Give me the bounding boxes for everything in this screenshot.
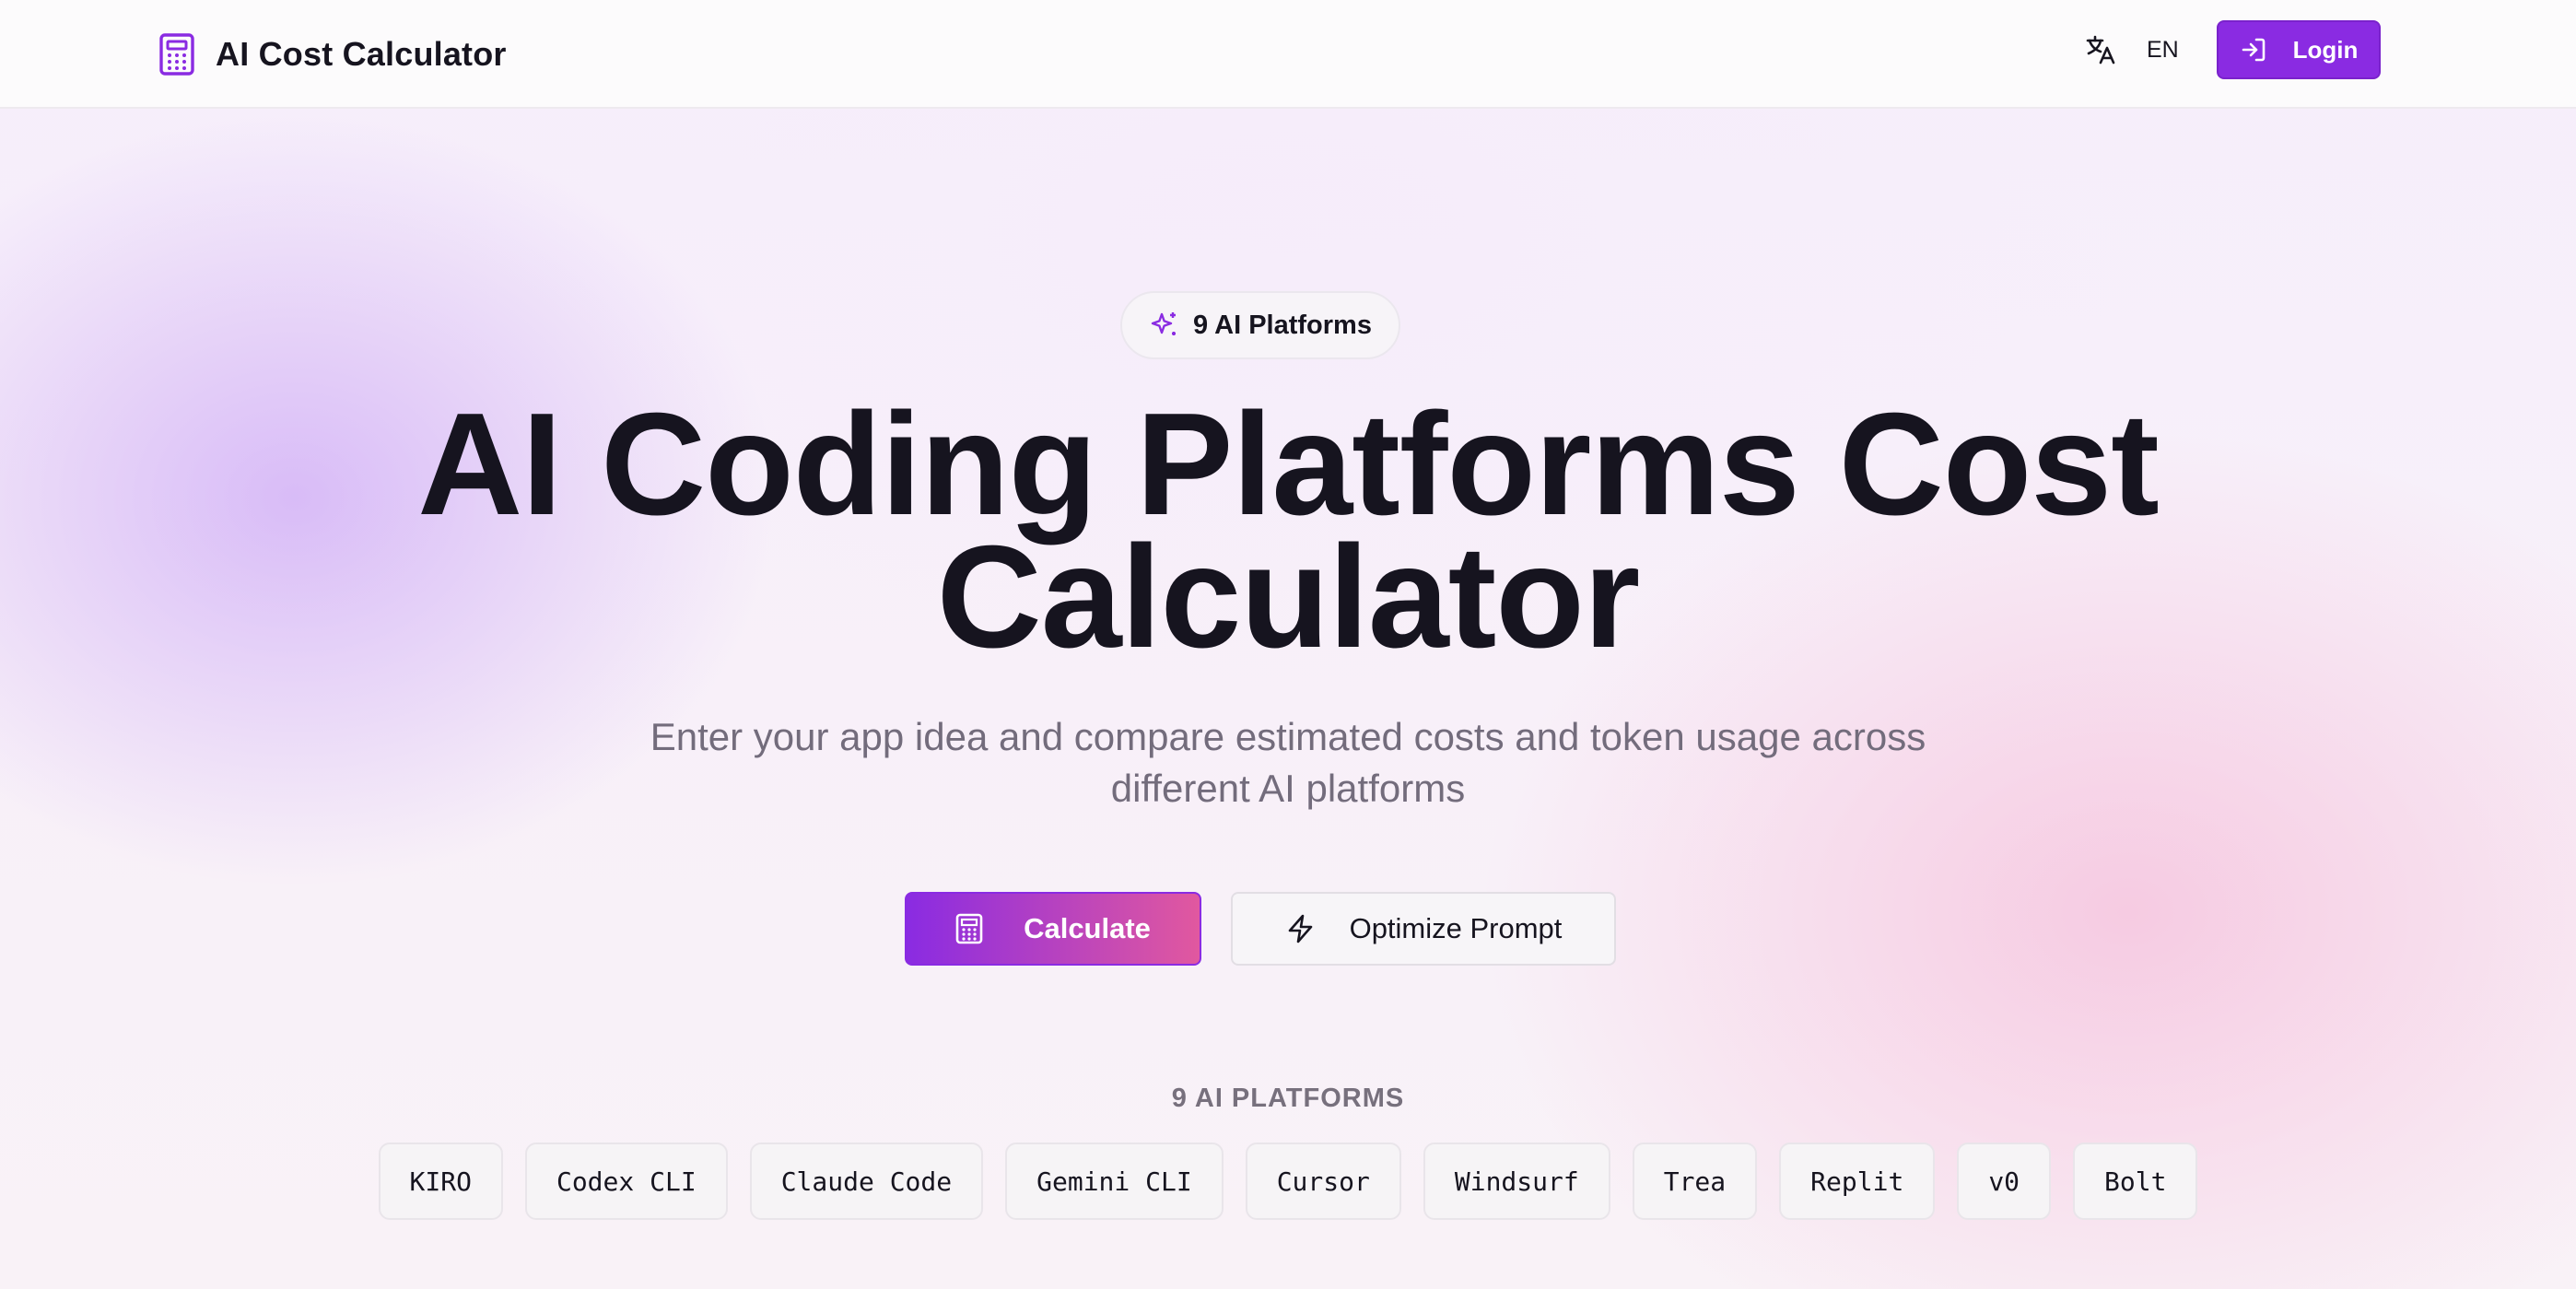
- language-switcher[interactable]: EN: [2084, 29, 2179, 70]
- hero-section: 9 AI Platforms AI Coding Platforms Cost …: [0, 0, 2576, 1289]
- login-label: Login: [2292, 35, 2359, 64]
- platform-chip-codex-cli[interactable]: Codex CLI: [524, 1143, 728, 1220]
- platform-chip-kiro[interactable]: KIRO: [378, 1143, 503, 1220]
- calculate-button[interactable]: Calculate: [905, 892, 1201, 966]
- platform-chip-trea[interactable]: Trea: [1632, 1143, 1758, 1220]
- lightning-icon: [1288, 914, 1312, 943]
- subtitle-line-2: different AI platforms: [1110, 767, 1466, 810]
- optimize-label: Optimize Prompt: [1349, 912, 1563, 944]
- platform-chip-gemini-cli[interactable]: Gemini CLI: [1005, 1143, 1224, 1220]
- login-icon: [2242, 38, 2265, 62]
- sparkles-icon: [1151, 312, 1177, 335]
- calculator-icon: [955, 913, 983, 944]
- top-navbar: AI Cost Calculator EN Login: [0, 0, 2576, 109]
- page-subtitle: Enter your app idea and compare estimate…: [551, 711, 2025, 814]
- title-line-2: Calculator: [936, 516, 1641, 678]
- optimize-prompt-button[interactable]: Optimize Prompt: [1231, 892, 1616, 966]
- platform-chip-cursor[interactable]: Cursor: [1245, 1143, 1401, 1220]
- badge-text: 9 AI Platforms: [1193, 310, 1372, 340]
- page-title: AI Coding Platforms Cost Calculator: [275, 392, 2301, 670]
- platforms-badge: 9 AI Platforms: [1120, 291, 1400, 359]
- subtitle-line-1: Enter your app idea and compare estimate…: [650, 715, 1926, 758]
- platform-list: KIRO Codex CLI Claude Code Gemini CLI Cu…: [0, 1143, 2576, 1220]
- calculator-icon: [159, 33, 194, 76]
- translate-icon: [2086, 35, 2115, 64]
- platform-chip-v0[interactable]: v0: [1957, 1143, 2052, 1220]
- platform-chip-bolt[interactable]: Bolt: [2073, 1143, 2198, 1220]
- platform-chip-replit[interactable]: Replit: [1779, 1143, 1936, 1220]
- brand[interactable]: AI Cost Calculator: [158, 26, 507, 83]
- platform-chip-windsurf[interactable]: Windsurf: [1423, 1143, 1610, 1220]
- platform-chip-claude-code[interactable]: Claude Code: [749, 1143, 984, 1220]
- calculate-label: Calculate: [1024, 912, 1151, 944]
- login-button[interactable]: Login: [2217, 20, 2381, 79]
- language-label: EN: [2147, 36, 2179, 63]
- brand-title: AI Cost Calculator: [216, 35, 507, 73]
- platforms-section-label: 9 AI PLATFORMS: [1171, 1084, 1405, 1113]
